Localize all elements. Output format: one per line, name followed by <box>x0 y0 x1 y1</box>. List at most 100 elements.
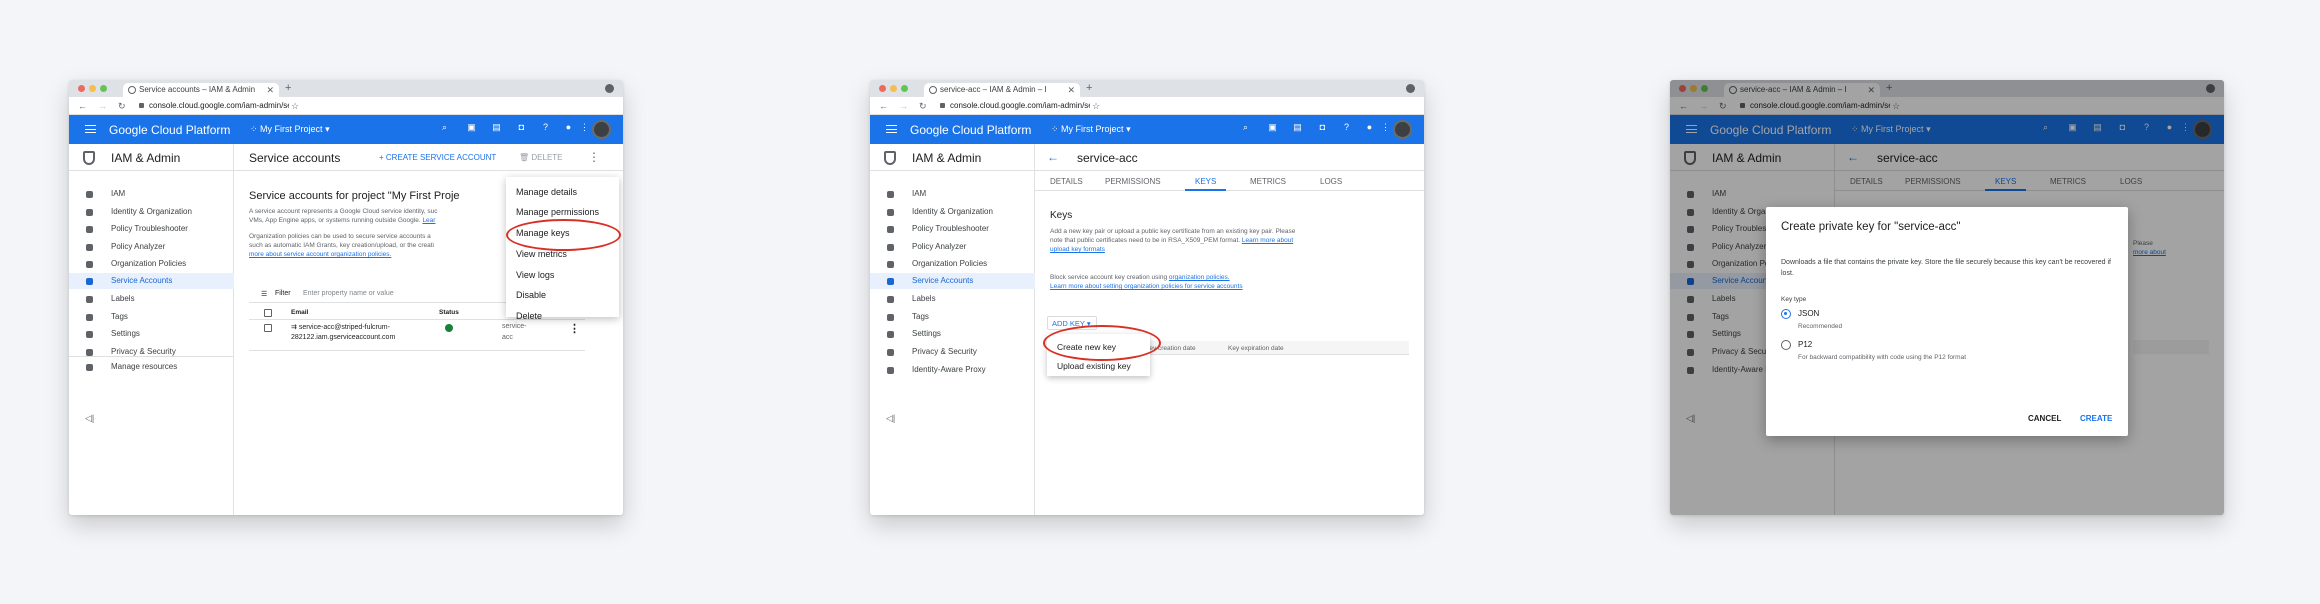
sidebar-item-settings[interactable]: Settings <box>69 326 234 342</box>
sidebar-item-service-accounts[interactable]: Service Accounts <box>870 273 1035 289</box>
new-tab-icon[interactable]: + <box>1086 82 1092 94</box>
close-window-dot[interactable] <box>879 85 886 92</box>
cloud-shell-icon[interactable]: ▤ <box>492 123 501 132</box>
sidebar-item-org-policies[interactable]: Organization Policies <box>69 256 234 272</box>
more-vert-icon[interactable]: ⋮ <box>1381 123 1390 132</box>
new-tab-icon[interactable]: + <box>285 82 291 94</box>
browser-tab[interactable]: Service accounts – IAM & Admin ✕ <box>123 83 279 97</box>
hamburger-menu-icon[interactable] <box>85 125 96 133</box>
maximize-window-dot[interactable] <box>100 85 107 92</box>
search-icon[interactable]: ⌕ <box>1241 123 1250 132</box>
tab-logs[interactable]: LOGS <box>1320 177 1342 186</box>
delete-button[interactable]: 🗑 DELETE <box>519 153 563 162</box>
learn-more-link[interactable]: Learn more about <box>1242 237 1293 244</box>
close-tab-icon[interactable]: ✕ <box>266 83 274 97</box>
sidebar-item-org-policies[interactable]: Organization Policies <box>870 256 1035 272</box>
sidebar-item-service-accounts[interactable]: Service Accounts <box>69 273 234 289</box>
menu-item-manage-permissions[interactable]: Manage permissions <box>516 207 599 217</box>
close-window-dot[interactable] <box>78 85 85 92</box>
sidebar-item-analyzer[interactable]: Policy Analyzer <box>69 239 234 255</box>
sidebar-item-analyzer[interactable]: Policy Analyzer <box>870 239 1035 255</box>
sidebar-item-troubleshooter[interactable]: Policy Troubleshooter <box>69 221 234 237</box>
p12-radio[interactable] <box>1781 340 1791 350</box>
upload-key-formats-link[interactable]: upload key formats <box>1050 245 1390 254</box>
back-arrow-icon[interactable]: ← <box>78 99 87 113</box>
gift-icon[interactable]: ▣ <box>1268 123 1277 132</box>
sidebar-item-privacy[interactable]: Privacy & Security <box>69 344 234 360</box>
sidebar-item-settings[interactable]: Settings <box>870 326 1035 342</box>
forward-arrow-icon[interactable]: → <box>899 99 908 113</box>
url-field[interactable]: console.cloud.google.com/iam-admin/servi… <box>139 99 289 112</box>
sidebar-item-privacy[interactable]: Privacy & Security <box>870 344 1035 360</box>
setting-policies-link[interactable]: Learn more about setting organization po… <box>1050 282 1390 291</box>
notifications-list-icon[interactable]: ◘ <box>1318 123 1327 132</box>
menu-item-disable[interactable]: Disable <box>516 290 546 300</box>
notifications-list-icon[interactable]: ◘ <box>517 123 526 132</box>
json-label[interactable]: JSON <box>1798 309 1819 318</box>
sidebar-item-identity[interactable]: Identity & Organization <box>870 204 1035 220</box>
sidebar-item-iam[interactable]: IAM <box>69 186 234 202</box>
tab-keys[interactable]: KEYS <box>1195 177 1216 186</box>
org-policies-link[interactable]: more about service account organization … <box>249 250 549 259</box>
gift-icon[interactable]: ▣ <box>467 123 476 132</box>
tab-permissions[interactable]: PERMISSIONS <box>1105 177 1161 186</box>
bell-icon[interactable]: ● <box>1365 123 1374 132</box>
search-icon[interactable]: ⌕ <box>440 123 449 132</box>
row-actions-icon[interactable]: ⋮ <box>569 322 580 335</box>
org-policies-link[interactable]: organization policies. <box>1169 274 1230 281</box>
create-service-account-button[interactable]: + CREATE SERVICE ACCOUNT <box>379 153 496 162</box>
sidebar-item-iap[interactable]: Identity-Aware Proxy <box>870 362 1035 378</box>
sidebar-item-tags[interactable]: Tags <box>69 309 234 325</box>
tab-details[interactable]: DETAILS <box>1050 177 1083 186</box>
gcp-brand[interactable]: Google Cloud Platform <box>910 123 1031 137</box>
row-email[interactable]: ⇉ service-acc@striped-fulcrum- <box>291 323 390 331</box>
sidebar-item-iam[interactable]: IAM <box>870 186 1035 202</box>
more-vert-icon[interactable]: ⋮ <box>580 123 589 132</box>
menu-item-view-logs[interactable]: View logs <box>516 270 554 280</box>
project-selector[interactable]: ⁘ My First Project ▾ <box>250 124 330 135</box>
p12-label[interactable]: P12 <box>1798 340 1812 349</box>
bookmark-star-icon[interactable]: ☆ <box>291 99 299 113</box>
forward-arrow-icon[interactable]: → <box>98 99 107 113</box>
learn-more-link[interactable]: Lear <box>422 217 435 224</box>
create-button[interactable]: CREATE <box>2080 414 2112 423</box>
cancel-button[interactable]: CANCEL <box>2028 414 2061 423</box>
bell-icon[interactable]: ● <box>564 123 573 132</box>
sidebar-item-tags[interactable]: Tags <box>870 309 1035 325</box>
sidebar-item-labels[interactable]: Labels <box>870 291 1035 307</box>
minimize-window-dot[interactable] <box>890 85 897 92</box>
sidebar-item-troubleshooter[interactable]: Policy Troubleshooter <box>870 221 1035 237</box>
collapse-sidebar-icon[interactable]: ◁| <box>85 413 94 424</box>
json-radio[interactable] <box>1781 309 1791 319</box>
row-checkbox[interactable] <box>264 324 272 332</box>
user-avatar[interactable] <box>1393 120 1412 139</box>
hamburger-menu-icon[interactable] <box>886 125 897 133</box>
back-arrow-icon[interactable]: ← <box>1047 150 1059 164</box>
menu-item-upload-existing-key[interactable]: Upload existing key <box>1057 361 1131 371</box>
reload-icon[interactable]: ↻ <box>118 99 126 113</box>
reload-icon[interactable]: ↻ <box>919 99 927 113</box>
sidebar-item-identity[interactable]: Identity & Organization <box>69 204 234 220</box>
sidebar-item-labels[interactable]: Labels <box>69 291 234 307</box>
more-actions-icon[interactable]: ⋮ <box>588 150 600 164</box>
back-arrow-icon[interactable]: ← <box>879 99 888 113</box>
minimize-window-dot[interactable] <box>89 85 96 92</box>
close-tab-icon[interactable]: ✕ <box>1067 83 1075 97</box>
bookmark-star-icon[interactable]: ☆ <box>1092 99 1100 113</box>
cloud-shell-icon[interactable]: ▤ <box>1293 123 1302 132</box>
user-avatar[interactable] <box>592 120 611 139</box>
gcp-brand[interactable]: Google Cloud Platform <box>109 123 230 137</box>
menu-item-delete[interactable]: Delete <box>516 311 542 321</box>
project-selector[interactable]: ⁘ My First Project ▾ <box>1051 124 1131 135</box>
collapse-sidebar-icon[interactable]: ◁| <box>886 413 895 424</box>
maximize-window-dot[interactable] <box>901 85 908 92</box>
sidebar-item-manage-resources[interactable]: Manage resources <box>69 359 234 375</box>
profile-icon[interactable] <box>1406 84 1415 93</box>
menu-item-manage-details[interactable]: Manage details <box>516 187 577 197</box>
help-icon[interactable]: ? <box>541 123 550 132</box>
filter-input[interactable]: Enter property name or value <box>303 290 394 297</box>
help-icon[interactable]: ? <box>1342 123 1351 132</box>
select-all-checkbox[interactable] <box>264 309 272 317</box>
url-field[interactable]: console.cloud.google.com/iam-admin/servi… <box>940 99 1090 112</box>
tab-metrics[interactable]: METRICS <box>1250 177 1286 186</box>
